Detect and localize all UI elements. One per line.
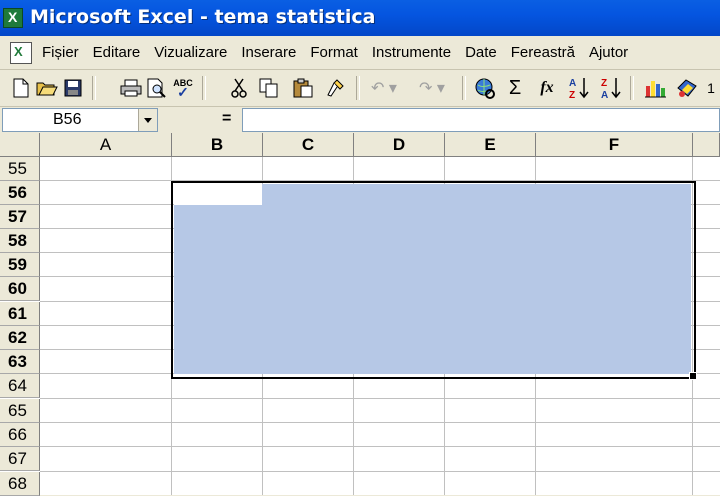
excel-app-icon[interactable] [3, 8, 23, 28]
print-preview-icon[interactable] [144, 75, 170, 101]
menu-bar: Fișier Editare Vizualizare Inserare Form… [0, 37, 720, 70]
row-header-62[interactable]: 62 [0, 326, 40, 350]
column-header-a[interactable]: A [40, 133, 172, 157]
column-header-b[interactable]: B [172, 133, 263, 157]
hyperlink-icon[interactable] [472, 75, 498, 101]
sort-descending-icon[interactable]: ZA [598, 75, 624, 101]
worksheet-grid[interactable]: A B C D E F 55 56 57 58 59 60 61 62 63 6… [0, 133, 720, 496]
name-box-value: B56 [53, 111, 82, 128]
row-header-56[interactable]: 56 [0, 181, 40, 205]
row-header-58[interactable]: 58 [0, 229, 40, 253]
workbook-icon[interactable] [10, 42, 32, 64]
menu-date[interactable]: Date [465, 44, 497, 61]
drawing-icon[interactable] [674, 75, 700, 101]
formula-equals[interactable]: = [222, 110, 231, 128]
chart-wizard-icon[interactable] [642, 75, 668, 101]
redo-icon[interactable]: ↷ ▾ [414, 75, 450, 101]
name-box[interactable]: B56 [2, 108, 158, 132]
fill-handle[interactable] [689, 372, 697, 380]
menu-instrumente[interactable]: Instrumente [372, 44, 451, 61]
menu-fisier[interactable]: Fișier [42, 44, 79, 61]
menu-editare[interactable]: Editare [93, 44, 141, 61]
svg-text:A: A [601, 90, 608, 100]
menu-fereastra[interactable]: Fereastră [511, 44, 575, 61]
zoom-field[interactable]: 1 [704, 75, 718, 101]
svg-text:A: A [569, 78, 576, 89]
cut-icon[interactable] [226, 75, 252, 101]
print-icon[interactable] [118, 75, 144, 101]
autosum-icon[interactable]: Σ [502, 75, 528, 101]
row-header-66[interactable]: 66 [0, 423, 40, 447]
svg-text:Z: Z [601, 78, 607, 89]
selection-border [171, 181, 696, 379]
function-icon[interactable]: fx [534, 75, 560, 101]
save-icon[interactable] [60, 75, 86, 101]
window-title: Microsoft Excel - tema statistica [30, 6, 376, 28]
row-header-65[interactable]: 65 [0, 399, 40, 423]
formula-bar: B56 = [0, 107, 720, 133]
row-header-63[interactable]: 63 [0, 350, 40, 374]
column-header-d[interactable]: D [354, 133, 445, 157]
format-painter-icon[interactable] [322, 75, 348, 101]
standard-toolbar: ABC ✓ ↶ ▾ ↷ ▾ Σ fx AZ ZA 1 [0, 70, 720, 107]
menu-format[interactable]: Format [310, 44, 358, 61]
select-all-corner[interactable] [0, 133, 40, 157]
row-header-64[interactable]: 64 [0, 374, 40, 398]
formula-input[interactable] [242, 108, 720, 132]
open-icon[interactable] [34, 75, 60, 101]
column-header-f[interactable]: F [536, 133, 693, 157]
column-header-c[interactable]: C [263, 133, 354, 157]
title-bar: Microsoft Excel - tema statistica [0, 0, 720, 36]
undo-icon[interactable]: ↶ ▾ [366, 75, 402, 101]
row-header-59[interactable]: 59 [0, 253, 40, 277]
sort-ascending-icon[interactable]: AZ [566, 75, 592, 101]
row-header-55[interactable]: 55 [0, 157, 40, 181]
column-header-g[interactable] [693, 133, 720, 157]
paste-icon[interactable] [290, 75, 316, 101]
copy-icon[interactable] [256, 75, 282, 101]
row-header-67[interactable]: 67 [0, 447, 40, 471]
row-header-68[interactable]: 68 [0, 472, 40, 496]
spelling-icon[interactable]: ABC ✓ [170, 75, 196, 101]
menu-vizualizare[interactable]: Vizualizare [154, 44, 227, 61]
name-box-dropdown-icon[interactable] [138, 109, 157, 131]
column-header-e[interactable]: E [445, 133, 536, 157]
svg-text:Z: Z [569, 90, 575, 100]
menu-ajutor[interactable]: Ajutor [589, 44, 628, 61]
row-header-61[interactable]: 61 [0, 302, 40, 326]
row-header-60[interactable]: 60 [0, 277, 40, 301]
new-icon[interactable] [8, 75, 34, 101]
menu-inserare[interactable]: Inserare [241, 44, 296, 61]
row-header-57[interactable]: 57 [0, 205, 40, 229]
